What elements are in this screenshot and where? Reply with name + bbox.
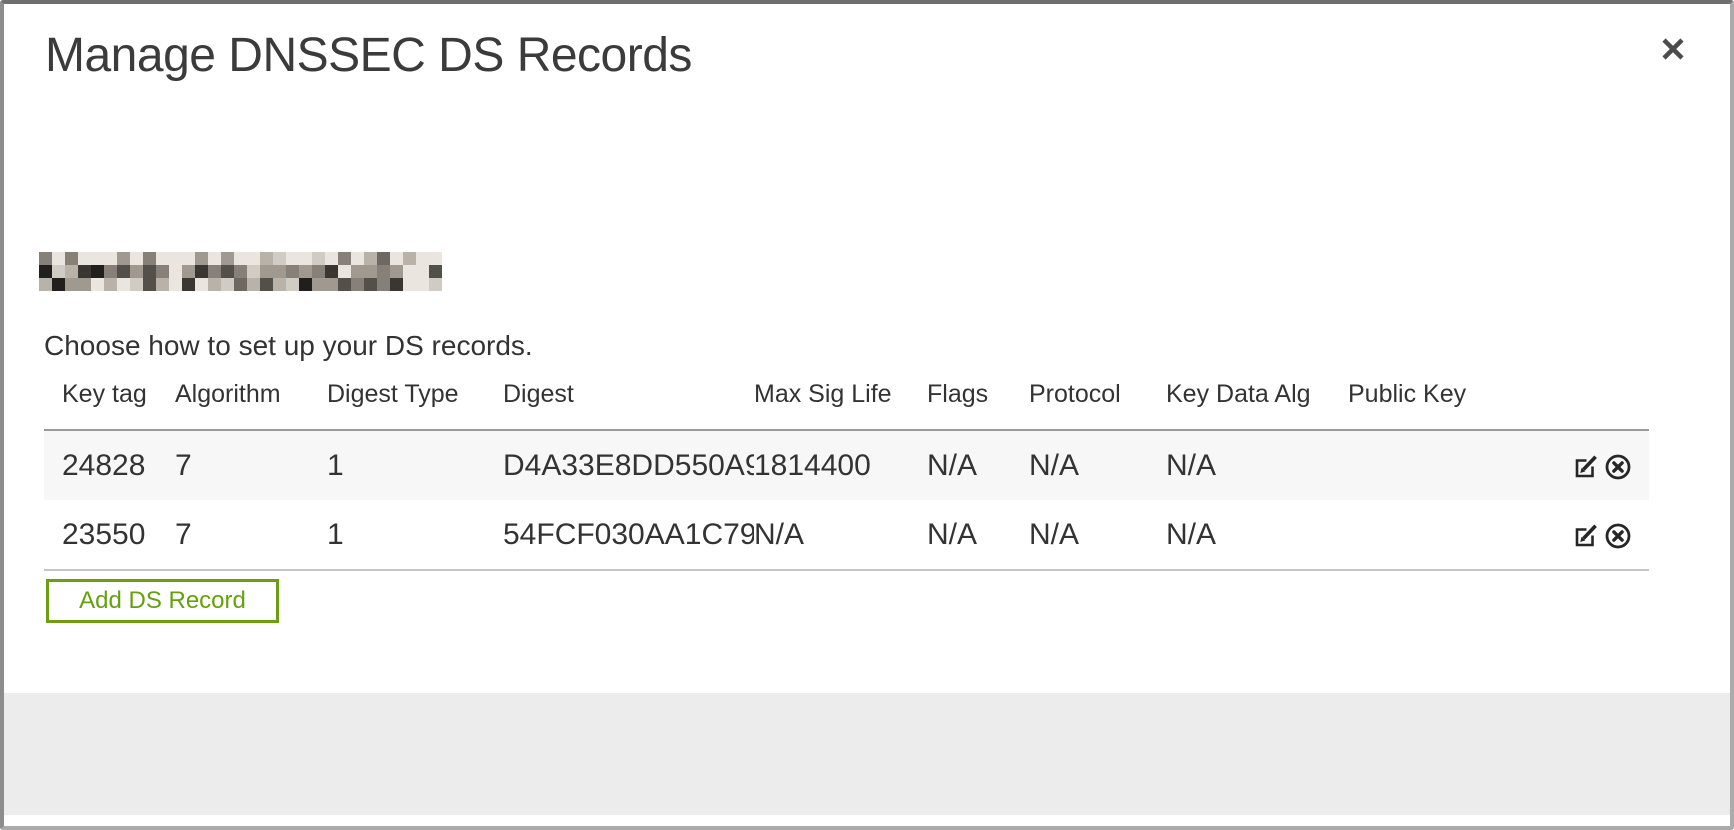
column-header-max-sig-life: Max Sig Life [754,364,927,430]
close-icon[interactable] [1658,34,1688,64]
column-header-protocol: Protocol [1029,364,1166,430]
cell-key-tag: 24828 [44,430,175,500]
cell-actions [1559,430,1649,500]
cell-digest-type: 1 [327,430,503,500]
modal-title: Manage DNSSEC DS Records [45,28,692,83]
cell-actions [1559,500,1649,570]
cell-flags: N/A [927,430,1029,500]
cell-protocol: N/A [1029,430,1166,500]
column-header-key-tag: Key tag [44,364,175,430]
cell-flags: N/A [927,500,1029,570]
ds-record-row: 23550 7 1 54FCF030AA1C79... N/A N/A N/A … [44,500,1649,570]
cell-key-data-alg: N/A [1166,430,1348,500]
column-header-flags: Flags [927,364,1029,430]
cell-key-data-alg: N/A [1166,500,1348,570]
column-header-key-data-alg: Key Data Alg [1166,364,1348,430]
column-header-actions [1559,364,1649,430]
ds-record-row: 24828 7 1 D4A33E8DD550A9... 1814400 N/A … [44,430,1649,500]
table-header-row: Key tag Algorithm Digest Type Digest Max… [44,364,1649,430]
remove-record-icon[interactable] [1603,452,1633,482]
column-header-digest: Digest [503,364,754,430]
column-header-public-key: Public Key [1348,364,1559,430]
remove-record-icon[interactable] [1603,521,1633,551]
cell-max-sig-life: N/A [754,500,927,570]
modal-footer: Save Cancel [4,693,1730,815]
instruction-text: Choose how to set up your DS records. [44,330,533,362]
cell-max-sig-life: 1814400 [754,430,927,500]
cell-key-tag: 23550 [44,500,175,570]
cell-public-key [1348,430,1559,500]
cell-public-key [1348,500,1559,570]
edit-record-icon[interactable] [1571,452,1601,482]
dnssec-ds-records-modal: Manage DNSSEC DS Records Choose how to s… [0,0,1734,830]
redacted-domain-name [39,252,442,291]
cell-digest-type: 1 [327,500,503,570]
cell-algorithm: 7 [175,500,327,570]
cell-protocol: N/A [1029,500,1166,570]
column-header-algorithm: Algorithm [175,364,327,430]
ds-records-table: Key tag Algorithm Digest Type Digest Max… [44,364,1649,571]
cell-digest: 54FCF030AA1C79... [503,500,754,570]
edit-record-icon[interactable] [1571,521,1601,551]
cell-digest: D4A33E8DD550A9... [503,430,754,500]
add-ds-record-button[interactable]: Add DS Record [46,579,279,623]
cell-algorithm: 7 [175,430,327,500]
column-header-digest-type: Digest Type [327,364,503,430]
